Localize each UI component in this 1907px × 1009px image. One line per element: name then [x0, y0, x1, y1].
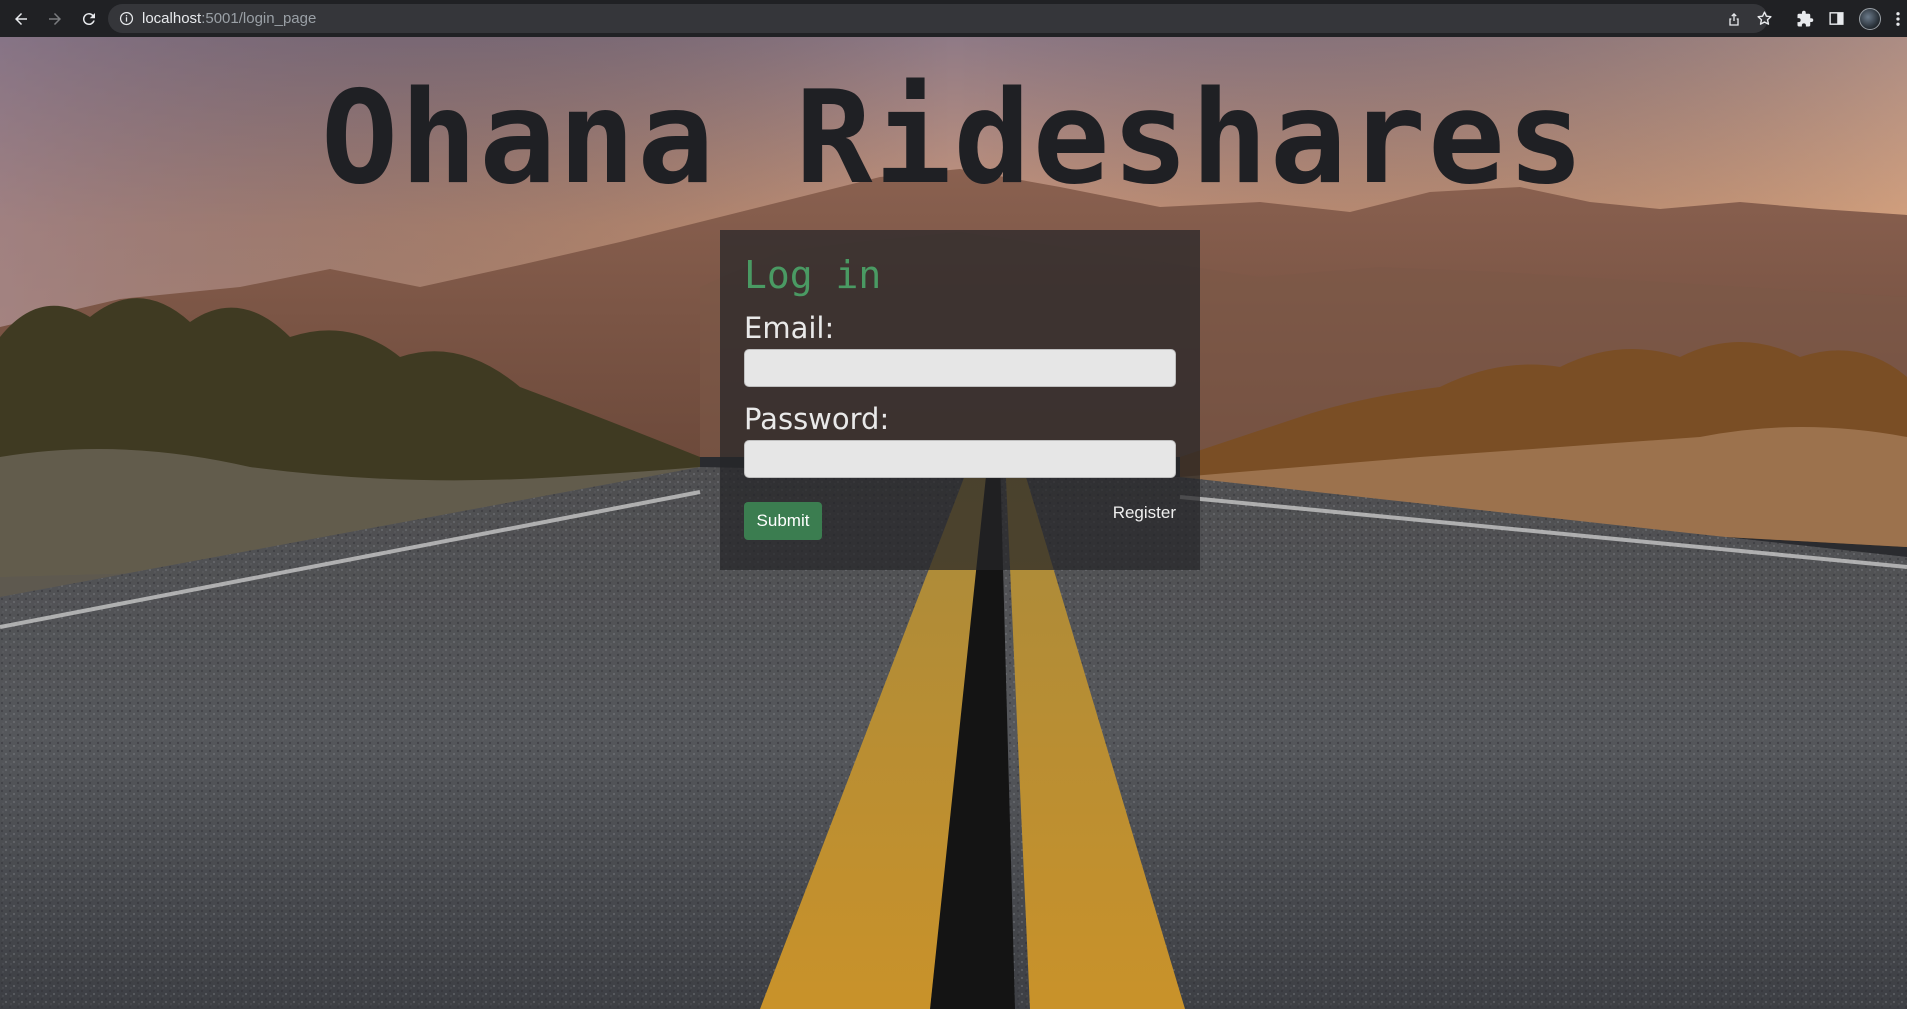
login-page: Ohana Rideshares Log in Email: Password:…: [0, 37, 1907, 1009]
info-icon[interactable]: [118, 11, 134, 27]
star-icon[interactable]: [1756, 10, 1773, 27]
email-label: Email:: [744, 311, 835, 345]
register-link[interactable]: Register: [1113, 503, 1176, 523]
forward-button[interactable]: [42, 6, 68, 32]
address-bar-actions: [1726, 0, 1773, 37]
browser-toolbar: localhost:5001/login_page: [0, 0, 1907, 37]
reload-icon: [82, 12, 95, 25]
email-field[interactable]: [744, 349, 1176, 387]
profile-avatar[interactable]: [1859, 7, 1881, 30]
login-form: Log in Email: Password: Submit Register: [720, 230, 1200, 570]
reload-button[interactable]: [76, 6, 102, 32]
login-heading: Log in: [744, 253, 882, 297]
back-button[interactable]: [8, 6, 34, 32]
url-host: localhost: [142, 10, 202, 27]
arrow-left-icon: [15, 12, 27, 25]
side-panel-icon[interactable]: [1828, 10, 1845, 27]
password-field[interactable]: [744, 440, 1176, 478]
password-label: Password:: [744, 402, 890, 436]
puzzle-icon[interactable]: [1796, 10, 1814, 28]
arrow-right-icon: [49, 12, 61, 25]
share-icon[interactable]: [1726, 11, 1742, 27]
form-actions: Submit Register: [744, 502, 1176, 542]
toolbar-right: [1796, 0, 1901, 37]
submit-button[interactable]: Submit: [744, 502, 822, 540]
kebab-menu-icon[interactable]: [1895, 10, 1901, 28]
address-bar[interactable]: localhost:5001/login_page: [108, 4, 1768, 33]
url-path: :5001/login_page: [201, 10, 317, 27]
site-title: Ohana Rideshares: [321, 64, 1586, 213]
